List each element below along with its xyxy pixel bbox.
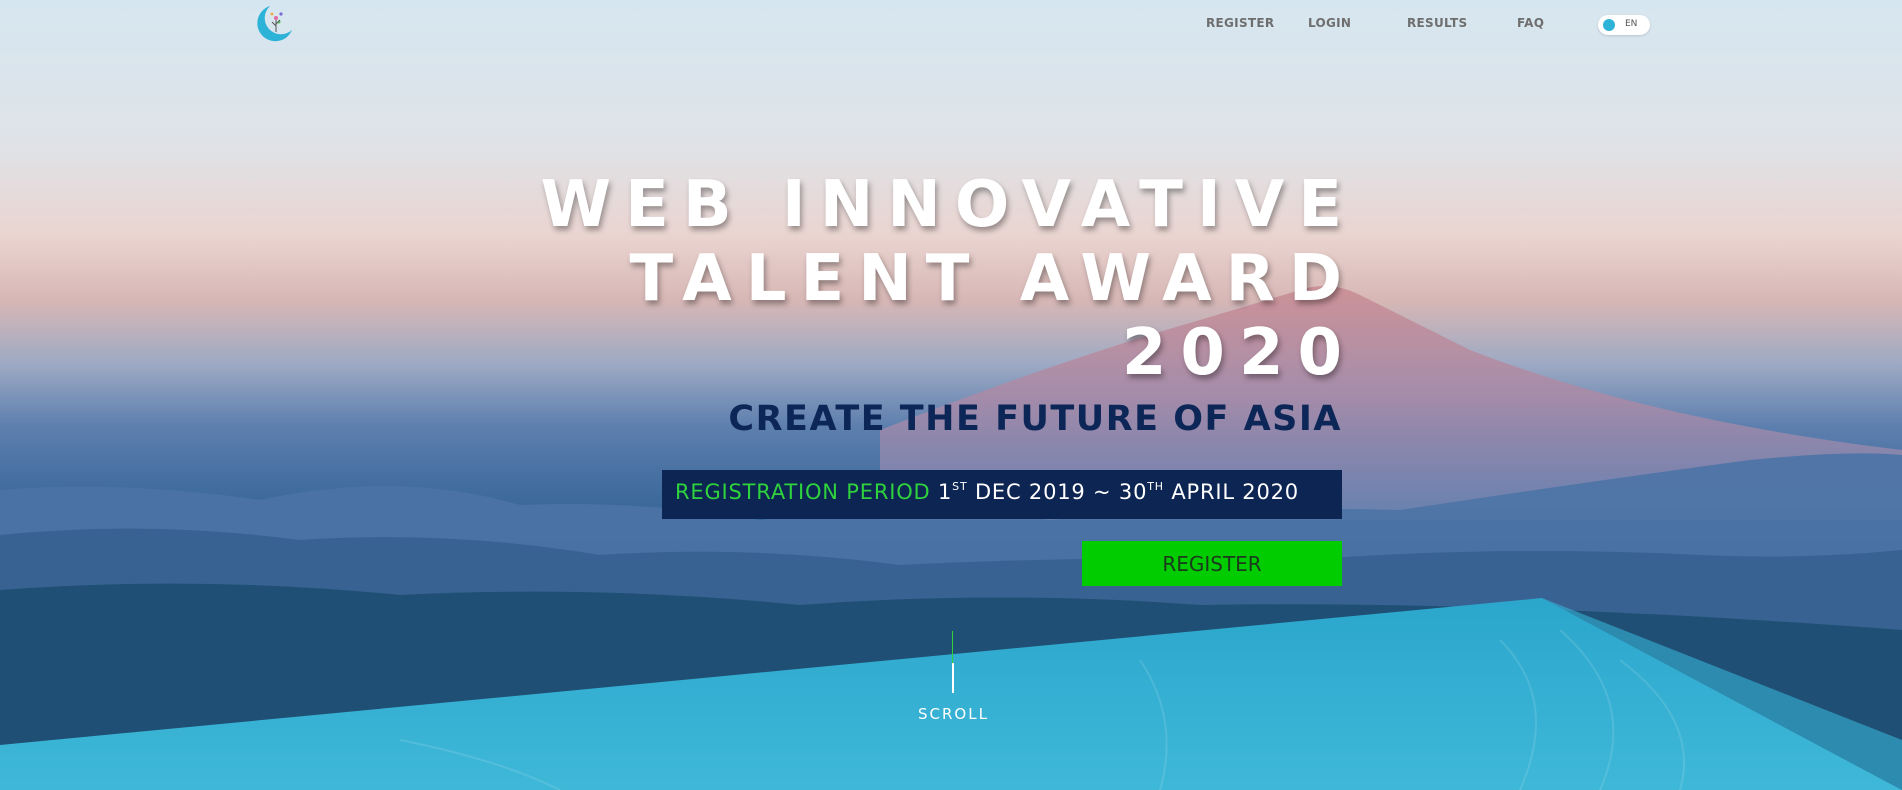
- period-end-ordinal: TH: [1147, 480, 1164, 493]
- period-end: APRIL 2020: [1163, 480, 1299, 504]
- title-line-1: WEB INNOVATIVE: [540, 168, 1356, 242]
- registration-period-label: REGISTRATION PERIOD: [675, 480, 931, 504]
- title-line-2: TALENT AWARD: [629, 242, 1356, 316]
- scroll-indicator-line-top: [952, 631, 953, 663]
- hero-section: REGISTER LOGIN RESULTS FAQ EN WEB INNOVA…: [0, 0, 1902, 790]
- nav-faq-link[interactable]: FAQ: [1517, 16, 1544, 30]
- scroll-indicator-line-bottom: [952, 663, 954, 693]
- mountain-landscape: [0, 286, 1902, 790]
- nav-register-link[interactable]: REGISTER: [1206, 16, 1274, 30]
- scroll-label[interactable]: SCROLL: [918, 705, 989, 723]
- registration-period-banner: REGISTRATION PERIOD 1ST DEC 2019 ~ 30TH …: [662, 470, 1342, 519]
- language-toggle[interactable]: EN: [1598, 15, 1650, 35]
- nav-login-link[interactable]: LOGIN: [1308, 16, 1351, 30]
- nav-results-link[interactable]: RESULTS: [1407, 16, 1467, 30]
- logo-icon[interactable]: [252, 2, 296, 46]
- title-line-3: 2020: [1121, 316, 1356, 390]
- language-toggle-dot-icon: [1603, 19, 1615, 31]
- period-start-day: 1ST: [938, 480, 968, 504]
- register-button[interactable]: REGISTER: [1082, 541, 1342, 586]
- period-middle: DEC 2019 ~ 30: [967, 480, 1148, 504]
- period-start-ordinal: ST: [952, 480, 968, 493]
- language-label: EN: [1625, 19, 1638, 29]
- tagline: CREATE THE FUTURE OF ASIA: [728, 399, 1342, 439]
- page-title: WEB INNOVATIVE TALENT AWARD 2020: [541, 168, 1356, 390]
